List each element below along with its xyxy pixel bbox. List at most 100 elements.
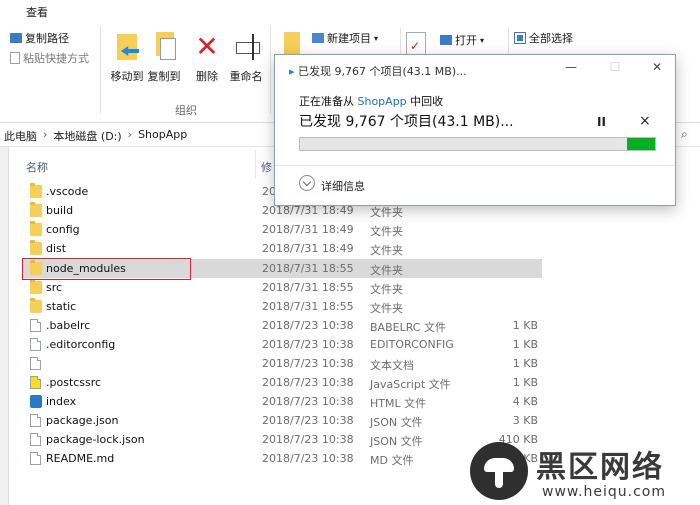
file-size: 1 KB <box>512 357 538 370</box>
select-all-button[interactable]: 全部选择 <box>514 30 573 46</box>
chevron-down-icon[interactable] <box>299 175 315 191</box>
folder-icon <box>30 183 42 198</box>
ribbon-left-edge <box>0 86 6 98</box>
tab-view[interactable]: 查看 <box>26 4 48 20</box>
properties-icon: ✓ <box>406 32 426 56</box>
ribbon-divider <box>270 26 271 114</box>
folder-icon <box>30 240 42 255</box>
folder-icon <box>30 298 42 313</box>
file-name: build <box>46 204 74 217</box>
navigation-pane <box>0 147 9 505</box>
file-type: EDITORCONFIG <box>370 338 454 351</box>
maximize-button[interactable]: ☐ <box>605 60 625 76</box>
copy-path-icon <box>10 33 22 43</box>
progress-bar <box>299 137 656 151</box>
progress-arrow-icon: ▸ <box>289 65 295 78</box>
file-name: static <box>46 300 77 313</box>
file-icon <box>30 452 41 465</box>
file-icon <box>30 319 41 332</box>
watermark-url: www.heiqu.com <box>542 484 667 500</box>
file-name: dist <box>46 242 67 255</box>
file-row[interactable]: static 2018/7/31 18:55 文件夹 <box>22 297 542 316</box>
file-name: README.md <box>46 452 115 465</box>
paste-shortcut-icon <box>10 52 20 64</box>
source-folder-link[interactable]: ShopApp <box>358 95 407 108</box>
more-details-button[interactable]: 详细信息 <box>321 178 365 194</box>
column-header-date[interactable]: 修 <box>261 159 272 175</box>
file-date: 2018/7/23 10:38 <box>262 452 354 465</box>
file-row[interactable]: .babelrc 2018/7/23 10:38 BABELRC 文件 1 KB <box>22 316 542 335</box>
file-date: 2018/7/23 10:38 <box>262 414 354 427</box>
file-name: .editorconfig <box>46 338 116 351</box>
copy-to-label: 复制到 <box>147 70 181 83</box>
paste-shortcut-label: 粘贴快捷方式 <box>23 52 89 65</box>
browser-file-icon <box>30 395 42 408</box>
file-row[interactable]: .editorconfig 2018/7/23 10:38 EDITORCONF… <box>22 335 542 354</box>
rename-button[interactable]: 重命名 <box>224 30 268 84</box>
delete-button[interactable]: ✕ 删除 <box>185 30 229 84</box>
file-row[interactable]: src 2018/7/31 18:55 文件夹 <box>22 278 542 297</box>
cancel-button[interactable]: × <box>639 113 651 129</box>
file-row[interactable]: config 2018/7/31 18:49 文件夹 <box>22 220 542 239</box>
file-date: 2018/7/23 10:38 <box>262 433 354 446</box>
file-type: 文件夹 <box>370 302 403 315</box>
file-row[interactable]: package-lock.json 2018/7/23 10:38 JSON 文… <box>22 430 542 449</box>
file-size: 1 KB <box>512 319 538 332</box>
folder-icon <box>30 221 42 236</box>
progress-bar-fill <box>626 138 655 150</box>
file-size: 1 KB <box>512 338 538 351</box>
file-date: 2018/7/31 18:55 <box>262 281 354 294</box>
file-row[interactable]: package.json 2018/7/23 10:38 JSON 文件 3 K… <box>22 411 542 430</box>
paste-shortcut-button[interactable]: 粘贴快捷方式 <box>10 50 89 66</box>
copy-to-button[interactable]: 复制到 <box>142 30 186 84</box>
dialog-divider <box>275 165 675 166</box>
group-label-organize: 组织 <box>175 104 197 117</box>
file-name: config <box>46 223 80 236</box>
file-row[interactable]: 2018/7/23 10:38 文本文档 1 KB <box>22 354 542 373</box>
minimize-button[interactable]: — <box>561 60 581 76</box>
file-size: 3 KB <box>512 414 538 427</box>
breadcrumb-item[interactable]: 此电脑 <box>4 128 37 144</box>
breadcrumb-item[interactable]: 本地磁盘 (D:) <box>53 128 121 144</box>
search-icon[interactable]: ⌕ <box>681 127 688 142</box>
folder-icon <box>30 279 42 294</box>
file-row[interactable]: README.md 2018/7/23 10:38 MD 文件 1 KB <box>22 449 542 468</box>
file-date: 2018/7/31 18:55 <box>262 262 354 275</box>
text-file-icon <box>30 357 41 370</box>
file-type: 文件夹 <box>370 264 403 277</box>
column-header-name[interactable]: 名称 <box>26 159 48 175</box>
file-type: BABELRC 文件 <box>370 321 446 334</box>
dialog-status-line: 正在准备从 ShopApp 中回收 <box>299 93 443 109</box>
file-name: index <box>46 395 77 408</box>
pause-button[interactable]: II <box>597 115 606 129</box>
file-name: .babelrc <box>46 319 91 332</box>
chevron-down-icon: ▾ <box>374 33 379 43</box>
file-date: 2018/7/23 10:38 <box>262 357 354 370</box>
move-to-icon <box>111 30 143 64</box>
breadcrumb-item[interactable]: ShopApp <box>138 128 187 144</box>
file-date: 2018/7/31 18:55 <box>262 300 354 313</box>
file-row[interactable]: .postcssrc 2018/7/23 10:38 JavaScript 文件… <box>22 373 542 392</box>
open-button[interactable]: 打开 ▾ <box>440 32 484 48</box>
file-type: 文件夹 <box>370 225 403 238</box>
open-label: 打开 <box>455 34 477 47</box>
column-divider[interactable] <box>255 150 256 178</box>
new-item-button[interactable]: 新建项目 ▾ <box>312 30 378 46</box>
file-date: 2018/7/23 10:38 <box>262 395 354 408</box>
javascript-file-icon <box>30 376 41 389</box>
file-row[interactable]: dist 2018/7/31 18:49 文件夹 <box>22 239 542 258</box>
move-to-label: 移动到 <box>110 70 144 83</box>
delete-progress-dialog: ▸ 已发现 9,767 个项目(43.1 MB)... — ☐ ✕ 正在准备从 … <box>274 54 676 206</box>
copy-path-button[interactable]: 复制路径 <box>10 30 69 46</box>
file-type: JSON 文件 <box>370 435 423 448</box>
new-item-icon <box>312 33 324 43</box>
watermark: 黑区网络 www.heiqu.com <box>470 438 700 505</box>
file-size: 1 KB <box>512 376 538 389</box>
copy-path-label: 复制路径 <box>25 32 69 45</box>
file-row[interactable]: index 2018/7/23 10:38 HTML 文件 4 KB <box>22 392 542 411</box>
dialog-progress-text: 已发现 9,767 个项目(43.1 MB)... <box>299 114 514 130</box>
close-button[interactable]: ✕ <box>647 60 667 76</box>
chevron-right-icon: › <box>127 128 133 141</box>
file-date: 2018/7/31 18:49 <box>262 242 354 255</box>
file-size: 4 KB <box>512 395 538 408</box>
